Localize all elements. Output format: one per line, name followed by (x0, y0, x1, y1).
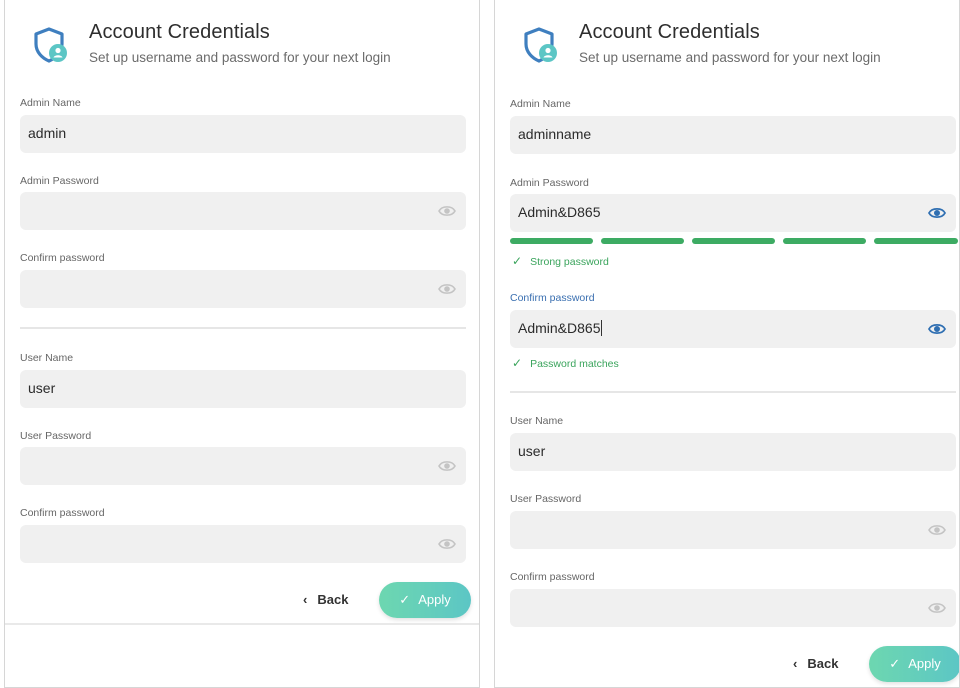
strength-segment (783, 238, 866, 244)
user-confirm-input[interactable] (20, 525, 466, 563)
section-divider (510, 391, 956, 393)
admin-name-value: admin (28, 125, 67, 141)
user-name-label: User Name (20, 352, 74, 364)
strength-segment (601, 238, 684, 244)
user-confirm-label: Confirm password (20, 507, 105, 519)
credentials-panel-filled: Account Credentials Set up username and … (494, 0, 960, 688)
user-confirm-label: Confirm password (510, 571, 595, 583)
text-caret (600, 320, 602, 336)
check-icon: ✓ (399, 592, 411, 607)
user-password-label: User Password (510, 493, 582, 505)
admin-name-input[interactable]: adminname (510, 116, 956, 154)
admin-confirm-text: Admin&D865 (518, 320, 601, 336)
apply-button[interactable]: ✓ Apply (379, 582, 471, 618)
user-password-input[interactable] (20, 447, 466, 485)
user-password-label: User Password (20, 430, 92, 442)
chevron-left-icon: ‹ (793, 656, 798, 671)
user-name-value: user (28, 380, 56, 396)
back-button-label: Back (807, 656, 839, 671)
admin-password-value: Admin&D865 (518, 204, 601, 220)
shield-user-icon (34, 27, 67, 63)
apply-button[interactable]: ✓ Apply (869, 646, 959, 682)
eye-icon[interactable] (438, 458, 456, 474)
back-button[interactable]: ‹ Back (303, 592, 348, 607)
check-icon: ✓ (512, 254, 523, 268)
user-password-input[interactable] (510, 511, 956, 549)
admin-password-label: Admin Password (510, 177, 589, 189)
match-text: Password matches (530, 358, 619, 370)
admin-confirm-input[interactable] (20, 270, 466, 308)
eye-icon[interactable] (928, 321, 946, 337)
user-name-input[interactable]: user (20, 370, 466, 408)
admin-confirm-value: Admin&D865 (518, 320, 602, 336)
chevron-left-icon: ‹ (303, 592, 308, 607)
footer-divider (5, 623, 479, 625)
admin-name-label: Admin Name (510, 98, 571, 110)
panel-header: Account Credentials Set up username and … (5, 0, 479, 80)
eye-icon[interactable] (928, 205, 946, 221)
eye-icon[interactable] (928, 600, 946, 616)
panel-header: Account Credentials Set up username and … (495, 0, 959, 80)
eye-icon[interactable] (438, 536, 456, 552)
eye-icon[interactable] (438, 281, 456, 297)
match-hint: ✓ Password matches (512, 356, 619, 370)
strength-text: Strong password (530, 256, 609, 268)
user-confirm-input[interactable] (510, 589, 956, 627)
admin-password-input[interactable]: Admin&D865 (510, 194, 956, 232)
admin-confirm-input[interactable]: Admin&D865 (510, 310, 956, 348)
password-strength-meter (510, 238, 958, 244)
admin-password-label: Admin Password (20, 175, 99, 187)
eye-icon[interactable] (928, 522, 946, 538)
admin-confirm-label: Confirm password (510, 292, 595, 304)
credentials-panel-initial: Account Credentials Set up username and … (4, 0, 480, 688)
section-divider (20, 327, 466, 329)
strength-segment (874, 238, 958, 244)
admin-name-label: Admin Name (20, 97, 81, 109)
check-icon: ✓ (889, 656, 901, 671)
page-title: Account Credentials (89, 21, 270, 43)
strength-hint: ✓ Strong password (512, 254, 609, 268)
apply-button-label: Apply (908, 656, 941, 671)
eye-icon[interactable] (438, 203, 456, 219)
back-button[interactable]: ‹ Back (793, 656, 838, 671)
back-button-label: Back (317, 592, 349, 607)
check-icon: ✓ (512, 356, 523, 370)
apply-button-label: Apply (418, 592, 451, 607)
user-name-input[interactable]: user (510, 433, 956, 471)
admin-name-value: adminname (518, 126, 592, 142)
page-subtitle: Set up username and password for your ne… (89, 50, 391, 65)
user-name-value: user (518, 443, 546, 459)
strength-segment (510, 238, 593, 244)
page-subtitle: Set up username and password for your ne… (579, 50, 881, 65)
strength-segment (692, 238, 775, 244)
user-name-label: User Name (510, 415, 564, 427)
page-title: Account Credentials (579, 21, 760, 43)
shield-user-icon (524, 27, 557, 63)
admin-name-input[interactable]: admin (20, 115, 466, 153)
admin-password-input[interactable] (20, 192, 466, 230)
admin-confirm-label: Confirm password (20, 252, 105, 264)
